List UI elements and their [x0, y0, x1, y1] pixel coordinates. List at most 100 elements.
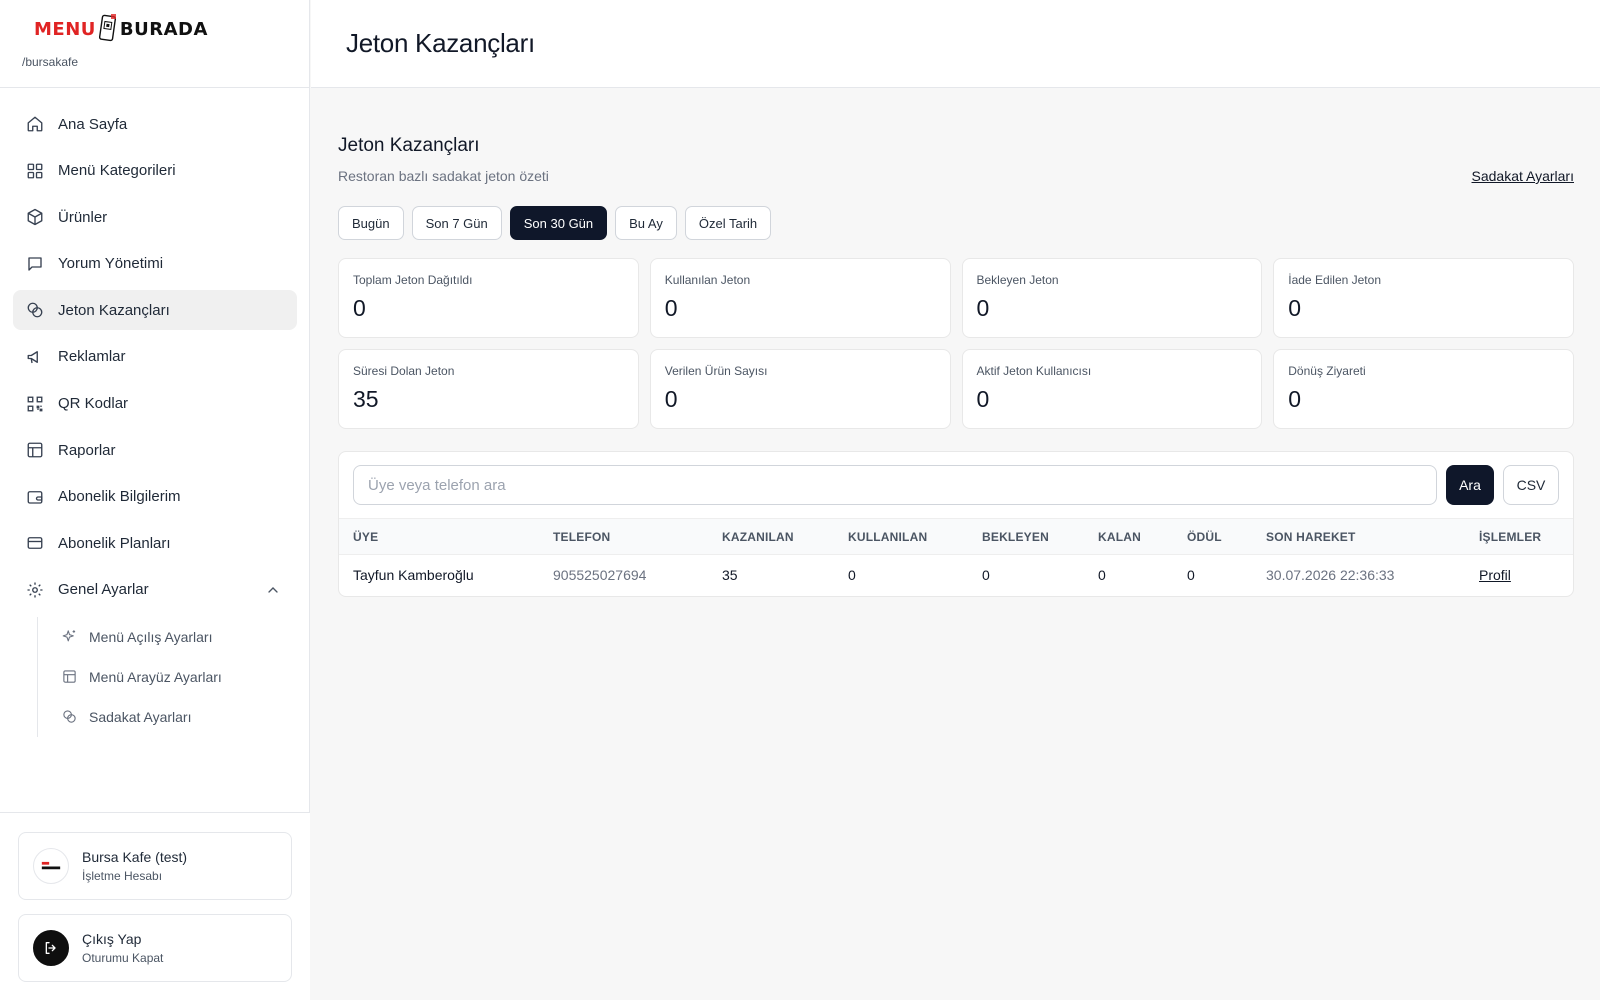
stat-label: Bekleyen Jeton — [976, 273, 1059, 287]
column-header[interactable]: TELEFON — [539, 518, 708, 555]
table-row: Tayfun Kamberoğlu 905525027694 35 0 0 0 … — [339, 555, 1573, 595]
sidebar-subitem-label: Menü Açılış Ayarları — [89, 628, 213, 645]
sidebar-item-raporlar[interactable]: Raporlar — [13, 430, 297, 470]
box-icon — [26, 208, 44, 226]
stat-value: 0 — [353, 295, 366, 321]
sidebar-item-qr-kodlar[interactable]: QR Kodlar — [13, 384, 297, 424]
sidebar-item-jeton-kazanclari[interactable]: Jeton Kazançları — [13, 290, 297, 331]
cell-remaining: 0 — [1098, 566, 1106, 583]
stat-card-expired: Süresi Dolan Jeton 35 — [338, 349, 639, 429]
column-header[interactable]: KALAN — [1084, 518, 1173, 555]
stat-card-active-users: Aktif Jeton Kullanıcısı 0 — [961, 349, 1263, 429]
filter-last-7-days-button[interactable]: Son 7 Gün — [411, 206, 502, 240]
search-row: Ara CSV — [353, 465, 1559, 505]
account-type: İşletme Hesabı — [82, 869, 163, 883]
chat-icon — [26, 255, 44, 273]
cell-earned: 35 — [722, 566, 738, 583]
qr-icon — [26, 395, 44, 413]
brand-header: MENU BURADA /bursakafe — [0, 0, 309, 88]
sidebar-item-abonelik-planlari[interactable]: Abonelik Planları — [13, 523, 297, 563]
sidebar-item-label: Abonelik Planları — [58, 534, 171, 552]
logout-icon — [33, 930, 69, 966]
sidebar-group-genel-ayarlar: Genel Ayarlar Menü Açılış Ayarları Menü … — [13, 570, 297, 737]
sidebar-item-label: Menü Kategorileri — [58, 162, 176, 180]
stat-value: 35 — [353, 386, 379, 412]
stat-label: Toplam Jeton Dağıtıldı — [353, 273, 473, 287]
column-header[interactable]: KULLANILAN — [834, 518, 968, 555]
stat-value: 0 — [976, 295, 990, 321]
stat-card-used: Kullanılan Jeton 0 — [649, 258, 951, 338]
profile-link[interactable]: Profil — [1479, 567, 1511, 583]
stat-card-refunded: İade Edilen Jeton 0 — [1273, 258, 1574, 338]
search-button[interactable]: Ara — [1446, 465, 1494, 505]
sidebar-subnav: Menü Açılış Ayarları Menü Arayüz Ayarlar… — [37, 616, 297, 737]
filter-this-month-button[interactable]: Bu Ay — [615, 206, 677, 240]
stat-card-pending: Bekleyen Jeton 0 — [961, 258, 1263, 338]
column-header[interactable]: ÖDÜL — [1173, 518, 1252, 555]
page-header: Jeton Kazançları — [311, 0, 1600, 88]
cell-phone: 905525027694 — [553, 566, 647, 583]
section-subtitle: Restoran bazlı sadakat jeton özeti — [338, 168, 549, 184]
search-input[interactable] — [353, 465, 1437, 505]
sidebar-item-reklamlar[interactable]: Reklamlar — [13, 337, 297, 377]
sidebar-subitem-menu-acilis-ayarlari[interactable]: Menü Açılış Ayarları — [50, 617, 297, 657]
sparkles-icon — [62, 629, 77, 644]
stat-label: Kullanılan Jeton — [664, 273, 751, 287]
column-header: İŞLEMLER — [1465, 518, 1573, 555]
filter-custom-date-button[interactable]: Özel Tarih — [684, 206, 772, 240]
sidebar-nav: Ana Sayfa Menü Kategorileri Ürünler Yoru… — [13, 104, 297, 737]
filter-last-30-days-button[interactable]: Son 30 Gün — [509, 206, 608, 240]
logout-button[interactable]: Çıkış Yap Oturumu Kapat — [18, 914, 292, 982]
sidebar-item-label: Abonelik Bilgilerim — [58, 488, 181, 506]
logo-burada-text: BURADA — [119, 18, 208, 40]
sidebar-item-label: Raporlar — [58, 441, 116, 459]
sidebar-item-ana-sayfa[interactable]: Ana Sayfa — [13, 104, 297, 144]
sidebar-subitem-label: Sadakat Ayarları — [89, 708, 192, 725]
brand-logo[interactable]: MENU BURADA — [34, 14, 208, 44]
sidebar-item-label: Yorum Yönetimi — [58, 255, 164, 273]
sidebar-item-urunler[interactable]: Ürünler — [13, 197, 297, 237]
account-card[interactable]: Bursa Kafe (test) İşletme Hesabı — [18, 832, 292, 900]
cell-actions: Profil — [1465, 555, 1573, 595]
cell-last-activity: 30.07.2026 22:36:33 — [1266, 566, 1395, 583]
stat-value: 0 — [1288, 386, 1302, 412]
csv-export-button[interactable]: CSV — [1503, 465, 1559, 505]
column-header[interactable]: SON HAREKET — [1252, 518, 1465, 555]
avatar — [33, 848, 69, 884]
members-table-card: Ara CSV ÜYE TELEFON KAZANILAN KULLANILAN… — [338, 451, 1574, 597]
home-icon — [26, 115, 44, 133]
stat-label: Aktif Jeton Kullanıcısı — [976, 364, 1092, 378]
sidebar-item-abonelik-bilgilerim[interactable]: Abonelik Bilgilerim — [13, 477, 297, 517]
stat-label: Süresi Dolan Jeton — [353, 364, 455, 378]
phone-qr-icon — [98, 14, 118, 44]
sidebar-subitem-menu-arayuz-ayarlari[interactable]: Menü Arayüz Ayarları — [50, 657, 297, 697]
stat-value: 0 — [976, 386, 990, 412]
stat-label: Verilen Ürün Sayısı — [664, 364, 768, 378]
sidebar-item-yorum-yonetimi[interactable]: Yorum Yönetimi — [13, 244, 297, 284]
sidebar-item-genel-ayarlar[interactable]: Genel Ayarlar — [13, 570, 297, 610]
column-header[interactable]: BEKLEYEN — [968, 518, 1084, 555]
coins-icon — [26, 301, 44, 319]
layout-icon — [26, 441, 44, 459]
loyalty-settings-link[interactable]: Sadakat Ayarları — [1472, 168, 1574, 184]
sidebar-subitem-sadakat-ayarlari[interactable]: Sadakat Ayarları — [50, 697, 297, 737]
sidebar: MENU BURADA /bursakafe Ana Sayfa Menü Ka… — [0, 0, 310, 1000]
filter-today-button[interactable]: Bugün — [338, 206, 404, 240]
stat-value: 0 — [1288, 295, 1302, 321]
sidebar-item-label: Ürünler — [58, 208, 108, 226]
chevron-up-icon[interactable] — [265, 582, 281, 598]
column-header[interactable]: ÜYE — [339, 518, 539, 555]
stat-label: Dönüş Ziyareti — [1288, 364, 1366, 378]
sidebar-item-label: Ana Sayfa — [58, 115, 128, 133]
sidebar-item-label: Genel Ayarlar — [58, 581, 149, 599]
sidebar-subitem-label: Menü Arayüz Ayarları — [89, 668, 222, 685]
section-title: Jeton Kazançları — [338, 135, 480, 156]
stat-card-total-distributed: Toplam Jeton Dağıtıldı 0 — [338, 258, 639, 338]
column-header[interactable]: KAZANILAN — [708, 518, 834, 555]
page-title: Jeton Kazançları — [346, 28, 535, 58]
coins-icon — [62, 709, 77, 724]
stat-card-products-given: Verilen Ürün Sayısı 0 — [649, 349, 951, 429]
sidebar-footer: Bursa Kafe (test) İşletme Hesabı Çıkış Y… — [0, 812, 310, 1000]
gear-icon — [26, 581, 44, 599]
sidebar-item-menu-kategorileri[interactable]: Menü Kategorileri — [13, 151, 297, 191]
